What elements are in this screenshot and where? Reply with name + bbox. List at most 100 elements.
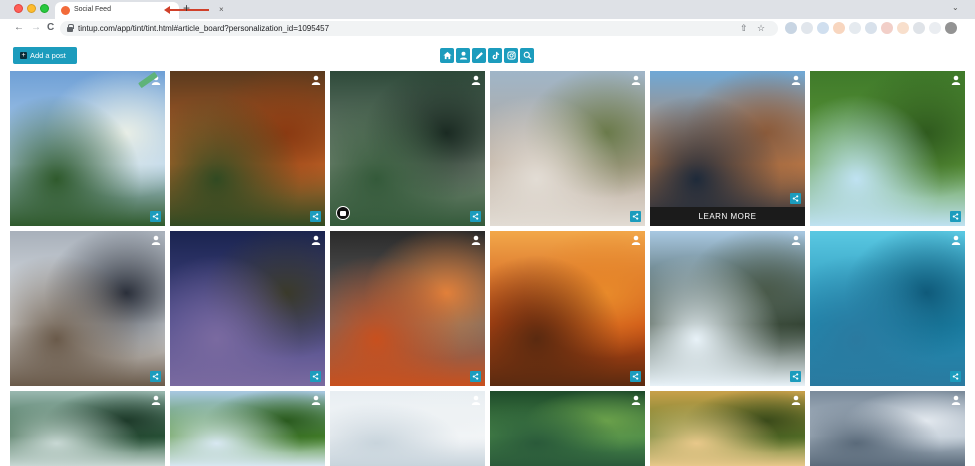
share-button[interactable] bbox=[630, 211, 641, 222]
minimize-window-button[interactable] bbox=[27, 4, 36, 13]
share-button[interactable] bbox=[630, 371, 641, 382]
post-image bbox=[10, 231, 165, 386]
share-button[interactable] bbox=[790, 371, 801, 382]
browser-chrome: Social Feed × + ⌄ ← → C tintup.com/app/t… bbox=[0, 0, 975, 40]
active-tab[interactable]: Social Feed × bbox=[55, 2, 224, 19]
share-button[interactable] bbox=[950, 371, 961, 382]
search-filter-button[interactable] bbox=[520, 48, 534, 63]
post-tile-foggy-white[interactable] bbox=[330, 391, 485, 466]
close-window-button[interactable] bbox=[14, 4, 23, 13]
user-icon[interactable] bbox=[471, 75, 481, 85]
tiktok-filter-button[interactable] bbox=[488, 48, 502, 63]
maximize-window-button[interactable] bbox=[40, 4, 49, 13]
share-button[interactable] bbox=[470, 211, 481, 222]
tab-close-icon[interactable]: × bbox=[219, 5, 224, 15]
back-button[interactable]: ← bbox=[14, 22, 24, 34]
shopping-bag-icon[interactable] bbox=[336, 206, 350, 220]
user-icon[interactable] bbox=[471, 235, 481, 245]
post-image bbox=[330, 71, 485, 226]
share-button[interactable] bbox=[310, 211, 321, 222]
profile-avatar[interactable] bbox=[945, 22, 957, 34]
user-icon[interactable] bbox=[311, 75, 321, 85]
post-tile-sunlit-pine-forest[interactable] bbox=[490, 231, 645, 386]
user-icon[interactable] bbox=[631, 235, 641, 245]
post-tile-green-valley[interactable] bbox=[490, 391, 645, 466]
post-tile-lake-reflection[interactable]: LEARN MORE bbox=[650, 71, 805, 226]
extension-icon[interactable] bbox=[833, 22, 845, 34]
add-post-button[interactable]: + Add a post bbox=[13, 47, 77, 64]
address-bar[interactable]: tintup.com/app/tint/tint.html#article_bo… bbox=[60, 21, 778, 36]
post-tile-mountain-road-coast[interactable] bbox=[330, 71, 485, 226]
learn-more-button[interactable]: LEARN MORE bbox=[650, 207, 805, 226]
post-tile-eroded-hills[interactable] bbox=[490, 71, 645, 226]
tab-search-chevron-icon[interactable]: ⌄ bbox=[952, 3, 959, 12]
user-icon[interactable] bbox=[471, 395, 481, 405]
share-icon bbox=[792, 195, 799, 202]
post-tile-autumn-forest-aerial[interactable] bbox=[170, 71, 325, 226]
user-icon[interactable] bbox=[311, 395, 321, 405]
user-icon[interactable] bbox=[951, 235, 961, 245]
extension-icon[interactable] bbox=[785, 22, 797, 34]
post-image bbox=[490, 391, 645, 466]
post-tile-lone-tree[interactable] bbox=[170, 391, 325, 466]
post-image bbox=[10, 391, 165, 466]
user-icon[interactable] bbox=[791, 75, 801, 85]
extension-icon[interactable] bbox=[801, 22, 813, 34]
share-button[interactable] bbox=[470, 371, 481, 382]
post-image bbox=[170, 391, 325, 466]
post-tile-meadow-cabin[interactable] bbox=[10, 71, 165, 226]
user-icon[interactable] bbox=[791, 395, 801, 405]
extension-icon[interactable] bbox=[849, 22, 861, 34]
instagram-filter-button[interactable] bbox=[504, 48, 518, 63]
user-icon[interactable] bbox=[151, 235, 161, 245]
share-icon bbox=[312, 373, 319, 380]
user-icon bbox=[459, 51, 467, 60]
post-tile-golden-canopy[interactable] bbox=[650, 391, 805, 466]
share-icon bbox=[952, 213, 959, 220]
post-tile-red-desert-storm[interactable] bbox=[330, 231, 485, 386]
post-tile-river-through-forest[interactable] bbox=[810, 71, 965, 226]
home-filter-button[interactable] bbox=[440, 48, 454, 63]
post-image bbox=[170, 71, 325, 226]
extension-icon[interactable] bbox=[865, 22, 877, 34]
post-tile-misty-jungle[interactable] bbox=[10, 391, 165, 466]
post-image bbox=[10, 71, 165, 226]
share-page-icon[interactable]: ⇧ bbox=[740, 22, 748, 34]
user-icon[interactable] bbox=[631, 75, 641, 85]
user-icon[interactable] bbox=[151, 395, 161, 405]
share-button[interactable] bbox=[310, 371, 321, 382]
share-icon bbox=[952, 373, 959, 380]
share-button[interactable] bbox=[950, 211, 961, 222]
reload-button[interactable]: C bbox=[47, 22, 54, 34]
share-button[interactable] bbox=[790, 193, 801, 204]
post-tile-waterfall-cliffs[interactable] bbox=[650, 231, 805, 386]
user-icon[interactable] bbox=[951, 75, 961, 85]
extension-icon[interactable] bbox=[929, 22, 941, 34]
forward-button[interactable]: → bbox=[31, 22, 41, 34]
bookmark-star-icon[interactable]: ☆ bbox=[757, 22, 765, 34]
post-image bbox=[650, 391, 805, 466]
post-tile-snowy-range[interactable] bbox=[10, 231, 165, 386]
post-tile-cloudy-shore[interactable] bbox=[810, 391, 965, 466]
pencil-filter-button[interactable] bbox=[472, 48, 486, 63]
extension-icon[interactable] bbox=[881, 22, 893, 34]
post-tile-tropical-island[interactable] bbox=[810, 231, 965, 386]
post-image bbox=[650, 231, 805, 386]
user-icon[interactable] bbox=[791, 235, 801, 245]
extension-icon[interactable] bbox=[817, 22, 829, 34]
user-icon[interactable] bbox=[311, 235, 321, 245]
tab-title: Social Feed bbox=[74, 6, 111, 13]
share-icon bbox=[312, 213, 319, 220]
new-tab-button[interactable]: + bbox=[183, 1, 190, 15]
post-image bbox=[330, 391, 485, 466]
post-tile-milky-way[interactable] bbox=[170, 231, 325, 386]
extension-icon[interactable] bbox=[913, 22, 925, 34]
user-filter-button[interactable] bbox=[456, 48, 470, 63]
extension-icon[interactable] bbox=[897, 22, 909, 34]
share-button[interactable] bbox=[150, 211, 161, 222]
share-button[interactable] bbox=[150, 371, 161, 382]
user-icon[interactable] bbox=[631, 395, 641, 405]
url-text: tintup.com/app/tint/tint.html#article_bo… bbox=[78, 24, 330, 33]
source-filter-bar bbox=[440, 48, 534, 63]
user-icon[interactable] bbox=[951, 395, 961, 405]
